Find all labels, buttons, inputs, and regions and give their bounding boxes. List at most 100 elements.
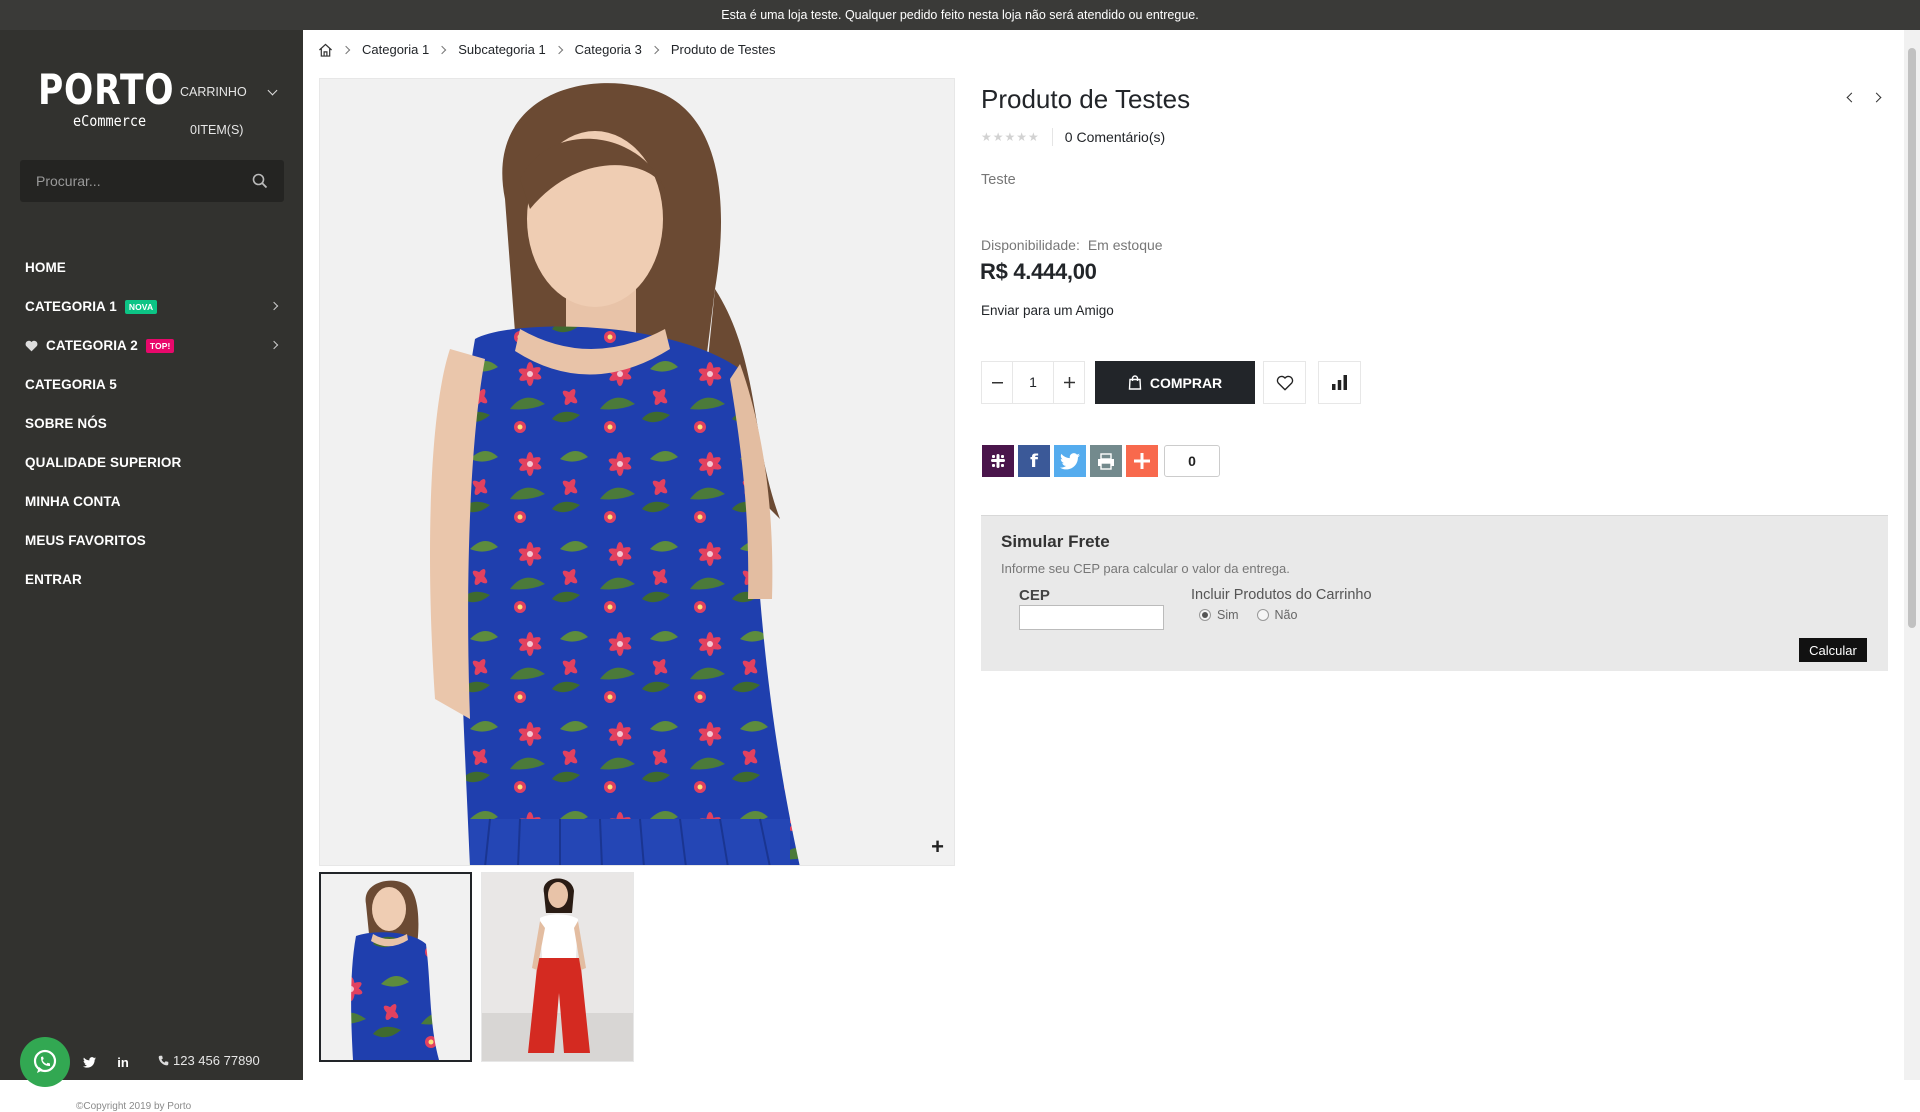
- slack-icon: [991, 454, 1005, 468]
- heart-icon: [1276, 375, 1293, 390]
- plus-icon: [1134, 453, 1150, 469]
- more-share-button[interactable]: [1126, 445, 1158, 477]
- cart-label: CARRINHO: [180, 85, 247, 99]
- radio-sim-label: Sim: [1217, 608, 1239, 622]
- linkedin-icon: in: [117, 1054, 129, 1070]
- decrease-quantity-button[interactable]: [982, 362, 1012, 403]
- linkedin-link[interactable]: in: [112, 1051, 134, 1073]
- availability-label: Disponibilidade:: [981, 237, 1080, 253]
- nav-item-sobre-nos[interactable]: SOBRE NÓS: [0, 404, 303, 443]
- prev-product-icon[interactable]: [1846, 92, 1857, 103]
- nav-label: CATEGORIA 2: [46, 338, 138, 353]
- shipping-title: Simular Frete: [1001, 532, 1110, 551]
- print-button[interactable]: [1090, 445, 1122, 477]
- chevron-right-icon: [269, 301, 279, 311]
- radio-sim[interactable]: [1199, 609, 1211, 621]
- twitter-link[interactable]: [78, 1051, 100, 1073]
- logo[interactable]: PORTO eCommerce: [38, 68, 174, 131]
- minus-icon: [991, 381, 1003, 383]
- shipping-simulator: Simular Frete Informe seu CEP para calcu…: [981, 515, 1888, 671]
- product-thumbnail[interactable]: [481, 872, 634, 1062]
- product-photo: [320, 79, 954, 865]
- radio-nao-label: Não: [1274, 608, 1298, 622]
- review-count-link[interactable]: 0 Comentário(s): [1065, 129, 1165, 145]
- search-input[interactable]: [20, 160, 250, 202]
- shopping-bag-icon: [1128, 375, 1142, 390]
- scrollbar-thumb[interactable]: [1908, 48, 1916, 628]
- product-title: Produto de Testes: [981, 84, 1191, 114]
- store-notice-text: Esta é uma loja teste. Qualquer pedido f…: [721, 8, 1199, 22]
- compare-button[interactable]: [1318, 361, 1361, 404]
- twitter-icon: [1060, 452, 1080, 469]
- search-box: [20, 160, 284, 202]
- slack-share-button[interactable]: [982, 445, 1014, 477]
- product-main-image[interactable]: +: [319, 78, 955, 866]
- send-to-friend-link[interactable]: Enviar para um Amigo: [981, 303, 1114, 318]
- nav-item-meus-favoritos[interactable]: MEUS FAVORITOS: [0, 521, 303, 560]
- buy-label: COMPRAR: [1149, 374, 1223, 391]
- divider: [1051, 128, 1053, 146]
- availability-value: Em estoque: [1087, 237, 1163, 253]
- new-badge: NOVA: [124, 299, 158, 314]
- nav-label: ENTRAR: [25, 572, 82, 587]
- product-thumbnail[interactable]: [319, 872, 472, 1062]
- next-product-icon[interactable]: [1871, 92, 1882, 103]
- cart-item-count: 0ITEM(S): [190, 123, 244, 137]
- whatsapp-icon: [33, 1049, 57, 1073]
- product-rating: ★★★★★ 0 Comentário(s): [981, 128, 1165, 146]
- nav-item-categoria-2[interactable]: CATEGORIA 2 TOP!: [0, 326, 303, 365]
- store-notice-bar: Esta é uma loja teste. Qualquer pedido f…: [0, 0, 1920, 30]
- sidebar: PORTO eCommerce CARRINHO 0ITEM(S) HOME C…: [0, 30, 303, 1112]
- quantity-stepper: 1: [981, 361, 1085, 404]
- nav-label: QUALIDADE SUPERIOR: [25, 455, 182, 470]
- rating-stars: ★★★★★: [981, 130, 1040, 144]
- zoom-plus-icon[interactable]: +: [931, 836, 944, 858]
- breadcrumb-separator: [554, 45, 563, 54]
- quantity-input[interactable]: 1: [1012, 362, 1054, 403]
- chevron-right-icon: [269, 340, 279, 350]
- cep-label: CEP: [1019, 587, 1050, 604]
- phone-icon: [158, 1055, 169, 1066]
- nav-item-qualidade-superior[interactable]: QUALIDADE SUPERIOR: [0, 443, 303, 482]
- radio-nao[interactable]: [1256, 609, 1269, 621]
- calculate-button[interactable]: Calcular: [1799, 638, 1867, 662]
- nav-label: CATEGORIA 5: [25, 377, 117, 392]
- printer-icon: [1098, 452, 1114, 470]
- nav-label: HOME: [25, 260, 66, 275]
- shipping-hint: Informe seu CEP para calcular o valor da…: [1001, 561, 1290, 576]
- nav-item-home[interactable]: HOME: [0, 248, 303, 287]
- nav-item-categoria-5[interactable]: CATEGORIA 5: [0, 365, 303, 404]
- cart-dropdown[interactable]: CARRINHO 0ITEM(S): [180, 85, 278, 137]
- nav-item-categoria-1[interactable]: CATEGORIA 1 NOVA: [0, 287, 303, 326]
- wishlist-button[interactable]: [1263, 361, 1306, 404]
- cep-field[interactable]: [1019, 605, 1164, 630]
- top-badge: TOP!: [145, 338, 175, 353]
- scrollbar[interactable]: [1904, 30, 1920, 1080]
- increase-quantity-button[interactable]: [1054, 362, 1084, 403]
- breadcrumb-link[interactable]: Categoria 3: [575, 42, 642, 57]
- home-icon[interactable]: [318, 43, 333, 57]
- breadcrumb-link[interactable]: Subcategoria 1: [458, 42, 545, 57]
- short-description: Teste: [981, 172, 1016, 188]
- breadcrumb-link[interactable]: Categoria 1: [362, 42, 429, 57]
- nav-label: MEUS FAVORITOS: [25, 533, 146, 548]
- facebook-share-button[interactable]: f: [1018, 445, 1050, 477]
- nav-label: CATEGORIA 1: [25, 299, 117, 314]
- search-icon[interactable]: [252, 173, 268, 189]
- breadcrumb-separator: [341, 45, 351, 54]
- twitter-share-button[interactable]: [1054, 445, 1086, 477]
- phone-number: 123 456 77890: [173, 1053, 260, 1068]
- breadcrumb: Categoria 1 Subcategoria 1 Categoria 3 P…: [318, 42, 775, 57]
- chevron-down-icon: [267, 85, 278, 95]
- bar-chart-icon: [1332, 375, 1347, 390]
- nav-item-minha-conta[interactable]: MINHA CONTA: [0, 482, 303, 521]
- phone-contact[interactable]: 123 456 77890: [158, 1053, 260, 1068]
- nav-label: MINHA CONTA: [25, 494, 121, 509]
- logo-tagline: eCommerce: [73, 112, 147, 130]
- nav-item-entrar[interactable]: ENTRAR: [0, 560, 303, 599]
- breadcrumb-current: Produto de Testes: [670, 42, 776, 57]
- twitter-icon: [82, 1056, 96, 1068]
- buy-button[interactable]: COMPRAR: [1095, 361, 1255, 404]
- include-cart-label: Incluir Produtos do Carrinho: [1191, 587, 1372, 603]
- heart-icon: [25, 340, 38, 351]
